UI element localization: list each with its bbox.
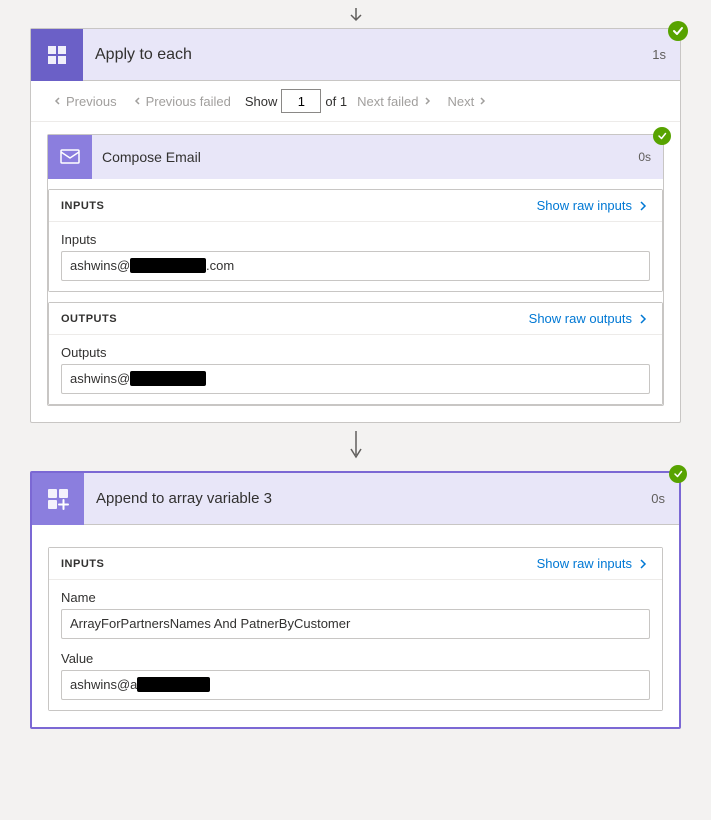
append-array-body: INPUTS Show raw inputs Name ArrayForPart…: [32, 525, 679, 727]
append-array-icon: [32, 473, 84, 525]
compose-email-success: [653, 127, 671, 145]
compose-inputs-field-label: Inputs: [61, 232, 650, 247]
redacted-email-output: [130, 371, 206, 386]
next-button[interactable]: Next: [442, 90, 494, 113]
compose-email-duration: 0s: [626, 150, 663, 164]
append-array-block: Append to array variable 3 0s INPUTS Sho…: [30, 471, 681, 729]
compose-email-block: Compose Email 0s INPUTS Show raw inputs: [47, 134, 664, 406]
append-inputs-title: INPUTS: [61, 558, 104, 570]
apply-each-body: Compose Email 0s INPUTS Show raw inputs: [31, 122, 680, 422]
compose-inputs-header: INPUTS Show raw inputs: [49, 190, 662, 222]
append-inputs-section: INPUTS Show raw inputs Name ArrayForPart…: [48, 547, 663, 711]
apply-each-header[interactable]: Apply to each 1s: [31, 29, 680, 81]
compose-email-icon: [48, 135, 92, 179]
show-raw-inputs-button[interactable]: Show raw inputs: [537, 198, 650, 213]
page-number-input[interactable]: [281, 89, 321, 113]
next-failed-button[interactable]: Next failed: [351, 90, 437, 113]
apply-each-title: Apply to each: [83, 46, 638, 64]
compose-email-header[interactable]: Compose Email 0s: [48, 135, 663, 179]
append-inputs-body: Name ArrayForPartnersNames And PatnerByC…: [49, 580, 662, 710]
page-container: Apply to each 1s Previous Previous faile…: [0, 0, 711, 729]
compose-outputs-section: OUTPUTS Show raw outputs Outputs ashwins…: [48, 302, 663, 405]
previous-failed-button[interactable]: Previous failed: [127, 90, 237, 113]
top-arrow-connector: [0, 0, 711, 28]
total-pages: of 1: [325, 94, 347, 109]
compose-email-title: Compose Email: [92, 149, 626, 165]
compose-outputs-header: OUTPUTS Show raw outputs: [49, 303, 662, 335]
append-show-raw-inputs-button[interactable]: Show raw inputs: [537, 556, 650, 571]
apply-each-duration: 1s: [638, 47, 680, 62]
append-value-field: ashwins@a: [61, 670, 650, 700]
apply-each-success-badge: [668, 21, 688, 41]
pagination-bar: Previous Previous failed Show of 1 Next …: [31, 81, 680, 122]
append-name-label: Name: [61, 590, 650, 605]
append-value-label: Value: [61, 651, 650, 666]
append-name-value: ArrayForPartnersNames And PatnerByCustom…: [61, 609, 650, 639]
append-array-header[interactable]: Append to array variable 3 0s: [32, 473, 679, 525]
middle-arrow-connector: [0, 423, 711, 471]
apply-each-icon: [31, 29, 83, 81]
apply-each-container: Apply to each 1s Previous Previous faile…: [30, 28, 681, 423]
compose-inputs-title: INPUTS: [61, 200, 104, 212]
show-raw-outputs-button[interactable]: Show raw outputs: [529, 311, 650, 326]
compose-inputs-field-value: ashwins@ .com: [61, 251, 650, 281]
compose-outputs-body: Outputs ashwins@: [49, 335, 662, 404]
append-inputs-header: INPUTS Show raw inputs: [49, 548, 662, 580]
append-array-success: [669, 465, 687, 483]
previous-button[interactable]: Previous: [47, 90, 123, 113]
append-array-duration: 0s: [637, 491, 679, 506]
append-array-title: Append to array variable 3: [84, 490, 637, 507]
compose-inputs-section: INPUTS Show raw inputs Inputs ashwins@: [48, 189, 663, 292]
compose-outputs-field-label: Outputs: [61, 345, 650, 360]
compose-outputs-title: OUTPUTS: [61, 313, 117, 325]
compose-inputs-body: Inputs ashwins@ .com: [49, 222, 662, 291]
compose-outputs-field-value: ashwins@: [61, 364, 650, 394]
show-label: Show: [245, 94, 278, 109]
redacted-email-input: [130, 258, 206, 273]
redacted-append-value: [137, 677, 209, 692]
